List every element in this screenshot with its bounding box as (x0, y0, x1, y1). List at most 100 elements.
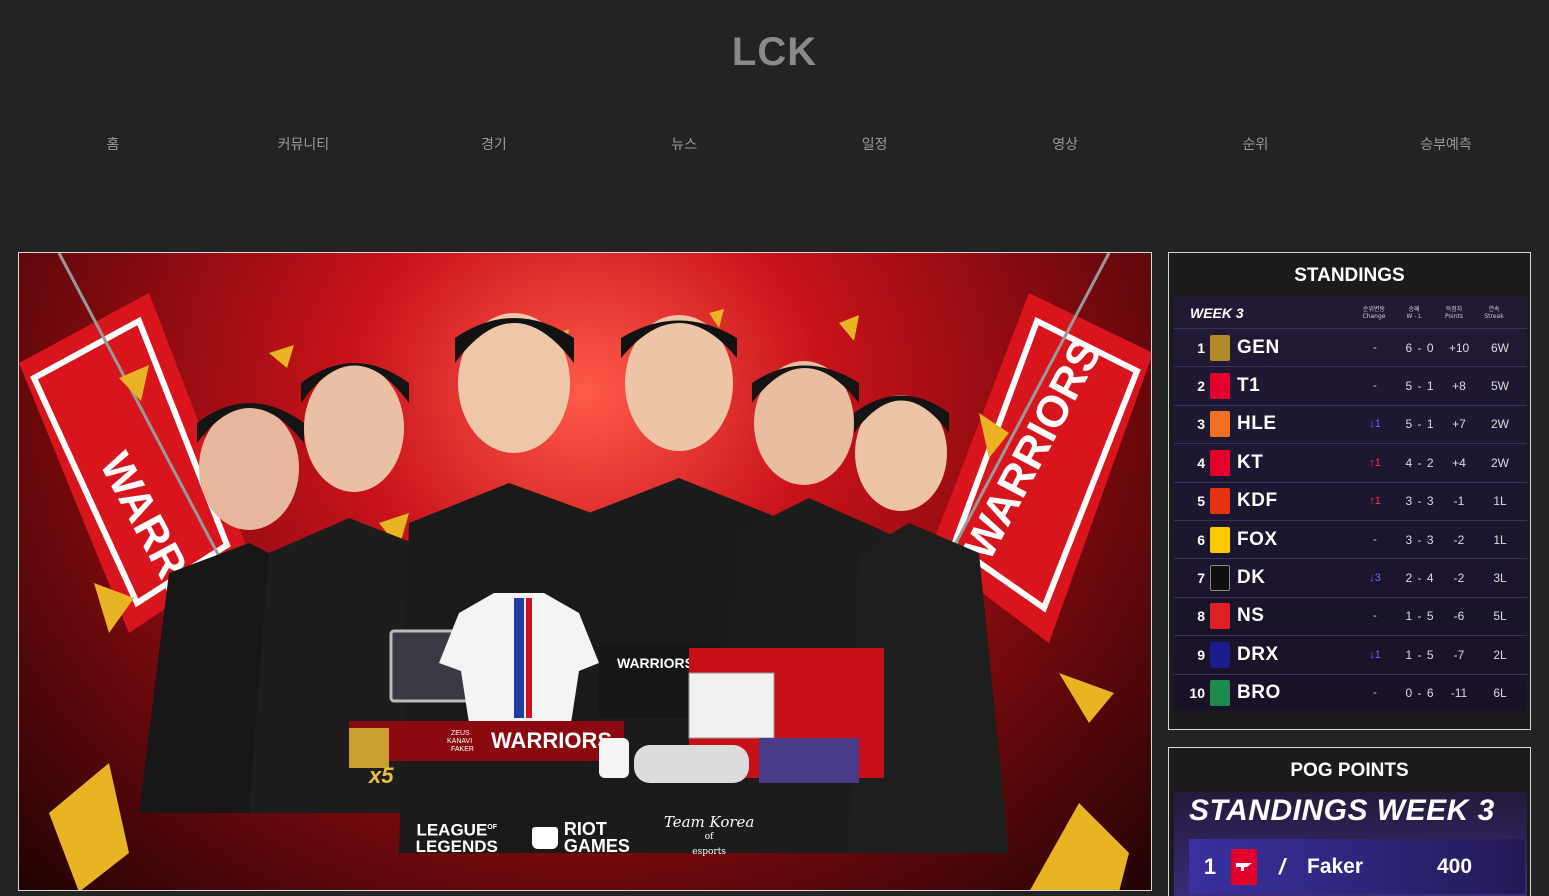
standings-row: 1 GEN - 6 - 0 +10 6W (1174, 328, 1527, 366)
rank-change: ↓1 (1369, 648, 1381, 661)
point-diff: +4 (1452, 455, 1466, 470)
header-change: 순위변동 Change (1362, 305, 1386, 320)
point-diff: -7 (1453, 647, 1465, 662)
point-diff: +10 (1448, 340, 1470, 355)
streak: 5L (1493, 609, 1507, 624)
nav-item-standings[interactable]: 순위 (1161, 134, 1351, 154)
pog-rank: 1 (1203, 853, 1217, 879)
streak: 5W (1491, 379, 1509, 394)
rank-change: - (1373, 380, 1377, 393)
rank-change: ↓1 (1369, 418, 1381, 431)
standings-row: 5 KDF ↑1 3 - 3 -1 1L (1174, 481, 1527, 520)
team-logo-icon (1210, 373, 1230, 400)
win-loss: 1 - 5 (1405, 609, 1435, 624)
streak: 6L (1493, 686, 1507, 701)
streak: 3L (1493, 571, 1507, 586)
standings-row: 8 NS - 1 - 5 -6 5L (1174, 596, 1527, 635)
win-loss: 4 - 2 (1405, 455, 1435, 470)
team-rank: 5 (1197, 493, 1205, 510)
standings-row: 4 KT ↑1 4 - 2 +4 2W (1174, 443, 1527, 481)
pog-panel[interactable]: POG POINTS STANDINGS WEEK 3 1 / Faker 40… (1168, 747, 1531, 896)
team-name: GEN (1237, 336, 1280, 358)
t1-logo-icon (1231, 848, 1257, 885)
team-rank: 9 (1197, 646, 1205, 663)
streak: 1L (1493, 532, 1507, 547)
main-nav: 홈 커뮤니티 경기 뉴스 일정 영상 순위 승부예측 (18, 134, 1541, 154)
week-label: WEEK 3 (1190, 304, 1244, 321)
nav-item-home[interactable]: 홈 (18, 134, 208, 154)
hero-illustration: WARRIORS WARRIORS WARRIORS WARRIORS ZEUS… (19, 253, 1151, 890)
point-diff: +8 (1452, 379, 1466, 394)
slash-icon: / (1278, 853, 1286, 879)
streak: 2W (1491, 417, 1509, 432)
team-logo-icon (1210, 565, 1230, 592)
point-diff: +7 (1452, 417, 1466, 432)
standings-row: 7 DK ↓3 2 - 4 -2 3L (1174, 558, 1527, 596)
team-rank: 3 (1197, 416, 1205, 433)
nav-item-schedule[interactable]: 일정 (780, 134, 970, 154)
team-rank: 10 (1189, 685, 1205, 702)
header-points: 득점차 Points (1444, 305, 1464, 320)
point-diff: -11 (1450, 686, 1468, 701)
team-logo-icon (1210, 488, 1230, 515)
team-logo-icon (1210, 603, 1230, 630)
team-name: DK (1237, 567, 1266, 589)
point-diff: -2 (1453, 571, 1465, 586)
team-rank: 8 (1197, 608, 1205, 625)
nav-item-videos[interactable]: 영상 (970, 134, 1160, 154)
team-name: DRX (1237, 643, 1279, 665)
team-name: NS (1237, 605, 1265, 627)
team-logo-icon (1210, 334, 1230, 361)
nav-item-news[interactable]: 뉴스 (589, 134, 779, 154)
team-korea-logo: Team Korea of esports (663, 813, 755, 858)
pog-header: STANDINGS WEEK 3 (1189, 794, 1495, 827)
pog-player-name: Faker (1307, 854, 1364, 878)
streak: 2L (1493, 647, 1507, 662)
team-name: BRO (1237, 682, 1281, 704)
team-name: KDF (1237, 490, 1278, 512)
standings-panel[interactable]: STANDINGS WEEK 3 순위변동 Change 승패 W - L 득점차 P… (1168, 252, 1531, 730)
pog-row: 1 / Faker 400 (1189, 839, 1525, 894)
team-logo-icon (1210, 680, 1230, 707)
win-loss: 3 - 3 (1405, 494, 1435, 509)
standings-row: 6 FOX - 3 - 3 -2 1L (1174, 519, 1527, 558)
nav-item-predictions[interactable]: 승부예측 (1351, 134, 1541, 154)
win-loss: 0 - 6 (1405, 686, 1435, 701)
scarf-name-3: FAKER (451, 746, 474, 753)
header-wl: 승패 W - L (1406, 305, 1422, 320)
league-of-legends-logo: LEAGUEOF LEGENDS (415, 820, 498, 856)
team-rank: 1 (1197, 339, 1205, 356)
standings-table: WEEK 3 순위변동 Change 승패 W - L 득점차 Points 연속 St… (1174, 297, 1527, 711)
hero-banner[interactable]: WARRIORS WARRIORS WARRIORS WARRIORS ZEUS… (18, 252, 1152, 891)
merch-shirt-text: WARRIORS (617, 655, 694, 671)
team-rank: 6 (1197, 531, 1205, 548)
scarf-name-2: KANAVI (447, 738, 472, 745)
team-rank: 2 (1197, 378, 1205, 395)
team-name: HLE (1237, 413, 1277, 435)
streak: 6W (1491, 340, 1509, 355)
standings-row: 3 HLE ↓1 5 - 1 +7 2W (1174, 404, 1527, 443)
win-loss: 2 - 4 (1405, 571, 1435, 586)
sponsor-logos: LEAGUEOF LEGENDS RIOT GAMES Team Korea of es… (19, 815, 1151, 860)
win-loss: 5 - 1 (1405, 417, 1435, 432)
standings-row: 10 BRO - 0 - 6 -11 6L (1174, 673, 1527, 712)
riot-games-logo: RIOT GAMES (531, 820, 630, 855)
team-logo-icon (1210, 411, 1230, 438)
pog-title: POG POINTS (1290, 760, 1409, 781)
scarf-text: WARRIORS (491, 728, 612, 753)
win-loss: 6 - 0 (1405, 340, 1435, 355)
rank-change: ↑1 (1369, 456, 1381, 469)
win-loss: 5 - 1 (1405, 379, 1435, 394)
standings-title: STANDINGS (1294, 265, 1405, 286)
team-name: T1 (1237, 375, 1261, 397)
riot-fist-icon (531, 826, 558, 849)
rank-change: - (1373, 341, 1377, 354)
nav-item-matches[interactable]: 경기 (399, 134, 589, 154)
point-diff: -6 (1453, 609, 1465, 624)
multiplier-text: x5 (368, 763, 394, 788)
site-title[interactable]: LCK (0, 30, 1549, 75)
team-name: FOX (1237, 528, 1278, 550)
pog-player-points: 400 (1437, 854, 1473, 878)
point-diff: -2 (1453, 532, 1465, 547)
nav-item-community[interactable]: 커뮤니티 (208, 134, 398, 154)
